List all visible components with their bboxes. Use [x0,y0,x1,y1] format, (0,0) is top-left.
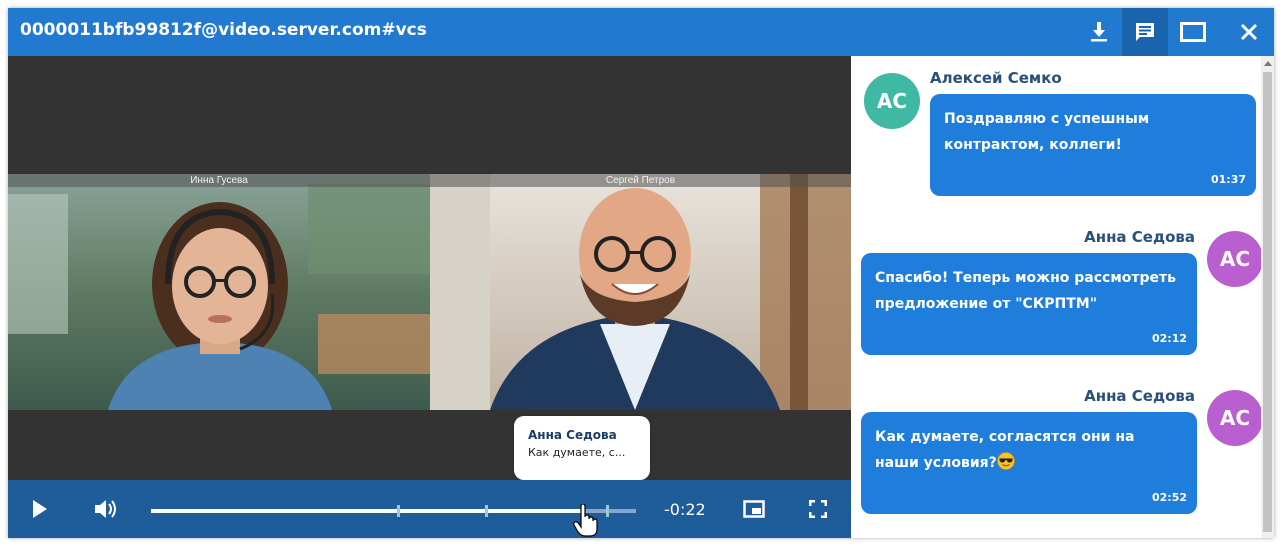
picture-in-picture-icon [743,500,765,518]
fullscreen-button[interactable] [800,480,836,538]
close-button[interactable] [1226,8,1272,56]
chat-marker[interactable] [605,505,609,517]
participant-1-image [8,174,430,410]
chevron-up-icon [1263,61,1272,66]
chat-message: Спасибо! Теперь можно рассмотреть предло… [861,253,1197,355]
message-line: Как думаете, согласятся они на [875,429,1135,445]
play-button[interactable] [22,480,58,538]
video-player: Инна Гусева Сергей Петров Анна Седова Ка… [8,56,851,538]
volume-button[interactable] [88,480,124,538]
scroll-up-arrow[interactable] [1261,56,1274,70]
message-sender: Алексей Семко [930,69,1062,87]
scrollbar-thumb[interactable] [1263,72,1272,532]
message-time: 02:52 [1151,491,1187,504]
chat-message: Как думаете, согласятся они на наши усло… [861,412,1197,514]
player-controls: -0:22 [8,480,851,538]
message-line: Спасибо! Теперь можно рассмотреть [875,270,1176,286]
chat-marker[interactable] [484,505,488,517]
message-line-with-emoji: наши условия? [875,450,1183,476]
download-icon [1091,22,1107,42]
message-time: 02:12 [1151,332,1187,345]
window-icon [1180,22,1206,42]
chat-icon [1136,23,1154,41]
sunglasses-emoji-icon [996,452,1015,470]
message-sender: Анна Седова [1084,387,1195,405]
message-line: предложение от "СКРПТМ" [875,296,1098,312]
hand-cursor-icon [573,504,598,537]
volume-icon [95,500,116,518]
title-bar: 0000011bfb99812f@video.server.com#vcs [8,8,1274,56]
progress-fill [151,509,583,513]
window-title: 0000011bfb99812f@video.server.com#vcs [20,20,427,40]
participant-video-1: Инна Гусева [8,174,430,410]
close-icon [1240,23,1258,41]
chat-message: Поздравляю с успешным контрактом, коллег… [930,94,1256,196]
avatar: АС [864,73,920,129]
video-chat-window: 0000011bfb99812f@video.server.com#vcs Ин… [8,8,1274,538]
progress-bar[interactable] [151,505,636,517]
participant-2-image [430,174,851,410]
message-sender: Анна Седова [1084,228,1195,246]
chat-marker[interactable] [397,505,401,517]
download-button[interactable] [1076,8,1122,56]
time-remaining: -0:22 [664,500,706,519]
message-line: контрактом, коллеги! [944,137,1122,153]
message-time: 01:37 [1210,173,1246,186]
tooltip-sender: Анна Седова [528,428,617,442]
chat-panel: АС Алексей Семко Поздравляю с успешным к… [851,56,1261,538]
message-line: Поздравляю с успешным [944,111,1150,127]
participant-name-label: Инна Гусева [8,174,430,187]
picture-in-picture-button[interactable] [736,480,772,538]
fullscreen-icon [809,500,827,518]
participant-video-2: Сергей Петров [430,174,851,410]
participant-name-label: Сергей Петров [430,174,851,187]
message-line: наши условия? [875,455,997,471]
window-mode-button[interactable] [1170,8,1216,56]
tooltip-text: Как думаете, с... [528,446,626,459]
play-icon [33,500,47,518]
avatar: АС [1207,390,1261,446]
avatar: АС [1207,231,1261,287]
chat-toggle-button[interactable] [1122,8,1168,56]
